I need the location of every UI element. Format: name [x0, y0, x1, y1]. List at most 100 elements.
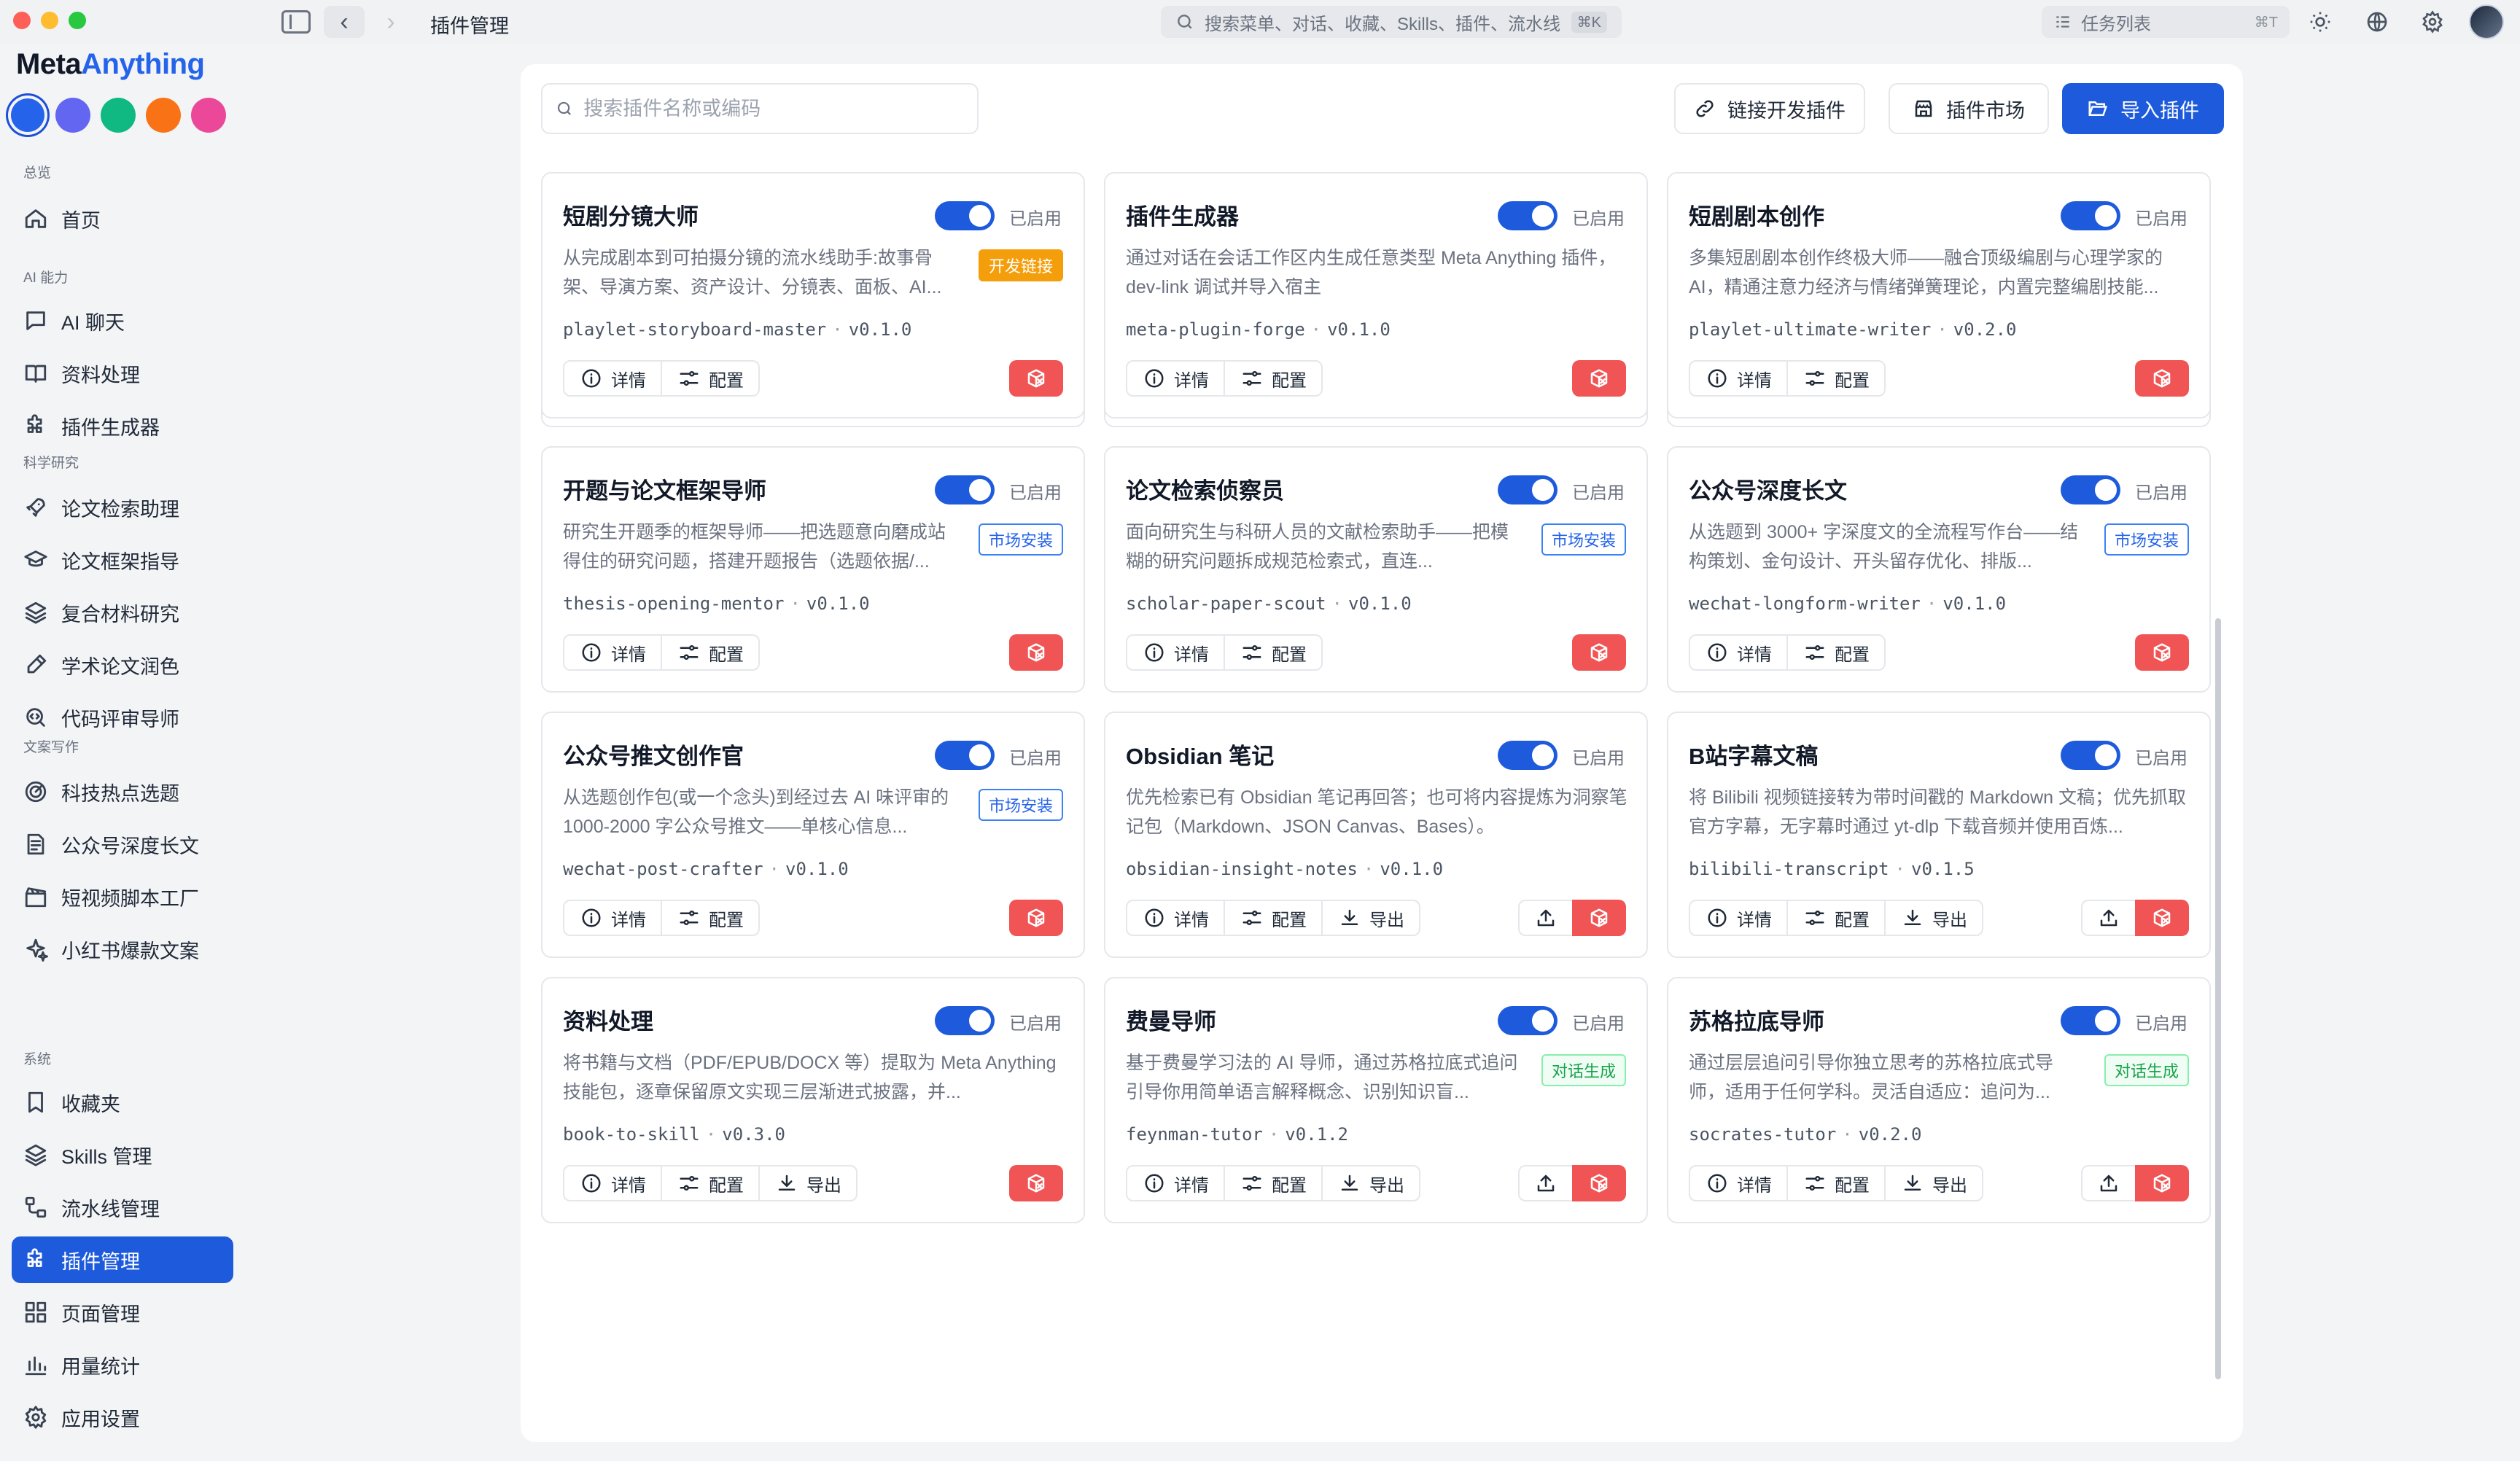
config-button[interactable]: 配置	[1786, 1166, 1884, 1200]
sidebar-item[interactable]: 用量统计	[12, 1341, 233, 1388]
task-list-button[interactable]: 任务列表 ⌘T	[2042, 6, 2290, 38]
close-window-button[interactable]	[13, 12, 31, 29]
sidebar-item[interactable]: 插件生成器	[12, 402, 233, 449]
config-button[interactable]: 配置	[1224, 901, 1321, 935]
plugin-enable-toggle[interactable]	[2061, 475, 2120, 504]
sidebar-item[interactable]: 复合材料研究	[12, 589, 233, 636]
details-button[interactable]: 详情	[1690, 1166, 1786, 1200]
details-button[interactable]: 详情	[1690, 901, 1786, 935]
details-button[interactable]: 详情	[1127, 636, 1224, 669]
details-button[interactable]: 详情	[564, 362, 661, 395]
plugin-search-box[interactable]	[541, 83, 979, 134]
plugin-enable-toggle[interactable]	[1498, 741, 1558, 770]
config-button[interactable]: 配置	[661, 636, 758, 669]
sidebar-item[interactable]: 首页	[12, 195, 233, 242]
config-button[interactable]: 配置	[1224, 362, 1321, 395]
plugin-market-button[interactable]: 插件市场	[1889, 83, 2049, 134]
sidebar-item[interactable]: 资料处理	[12, 350, 233, 397]
link-dev-plugin-button[interactable]: 链接开发插件	[1674, 83, 1865, 134]
sidebar-item[interactable]: Skills 管理	[12, 1131, 233, 1178]
sidebar-item[interactable]: 页面管理	[12, 1289, 233, 1336]
sidebar-item[interactable]: 应用设置	[12, 1394, 233, 1441]
plugin-enable-toggle[interactable]	[2061, 741, 2120, 770]
sidebar-item[interactable]: 小红书爆款文案	[12, 926, 233, 973]
uninstall-button[interactable]	[1572, 1165, 1626, 1201]
plugin-enable-toggle[interactable]	[935, 475, 995, 504]
back-button[interactable]: ‹	[324, 6, 365, 38]
plugin-enable-toggle[interactable]	[1498, 475, 1558, 504]
export-button[interactable]: 导出	[1321, 901, 1419, 935]
sidebar-item[interactable]: 收藏夹	[12, 1079, 233, 1126]
share-button[interactable]	[1518, 1165, 1572, 1201]
share-button[interactable]	[1518, 900, 1572, 936]
details-button[interactable]: 详情	[1127, 1166, 1224, 1200]
theme-color-swatch[interactable]	[11, 98, 44, 132]
sidebar-item[interactable]: 代码评审导师	[12, 694, 233, 741]
config-button[interactable]: 配置	[1224, 1166, 1321, 1200]
plugin-enable-toggle[interactable]	[935, 201, 995, 230]
uninstall-button[interactable]	[1009, 900, 1063, 936]
theme-color-swatch[interactable]	[101, 98, 136, 133]
details-button[interactable]: 详情	[1127, 901, 1224, 935]
details-button[interactable]: 详情	[1690, 636, 1786, 669]
uninstall-button[interactable]	[1009, 360, 1063, 397]
sidebar-toggle-icon[interactable]	[281, 10, 311, 34]
config-button[interactable]: 配置	[1786, 901, 1884, 935]
config-button[interactable]: 配置	[661, 362, 758, 395]
export-button[interactable]: 导出	[1884, 1166, 1982, 1200]
config-button[interactable]: 配置	[1224, 636, 1321, 669]
import-plugin-button[interactable]: 导入插件	[2062, 83, 2224, 134]
config-button[interactable]: 配置	[1786, 636, 1884, 669]
theme-color-swatch[interactable]	[146, 98, 181, 133]
export-button[interactable]: 导出	[1321, 1166, 1419, 1200]
uninstall-button[interactable]	[1009, 1165, 1063, 1201]
uninstall-button[interactable]	[1572, 634, 1626, 671]
uninstall-button[interactable]	[2135, 900, 2189, 936]
uninstall-button[interactable]	[2135, 360, 2189, 397]
plugin-search-input[interactable]	[583, 97, 964, 120]
export-button[interactable]: 导出	[1884, 901, 1982, 935]
details-button[interactable]: 详情	[564, 901, 661, 935]
settings-button[interactable]	[2418, 7, 2447, 36]
details-button[interactable]: 详情	[1127, 362, 1224, 395]
plugin-enable-toggle[interactable]	[2061, 1006, 2120, 1035]
sidebar-item[interactable]: 论文检索助理	[12, 484, 233, 531]
share-button[interactable]	[2081, 1165, 2135, 1201]
uninstall-button[interactable]	[1009, 634, 1063, 671]
sidebar-item[interactable]: 短视频脚本工厂	[12, 873, 233, 920]
language-button[interactable]	[2362, 7, 2392, 36]
plugin-enable-toggle[interactable]	[935, 741, 995, 770]
uninstall-button[interactable]	[1572, 360, 1626, 397]
avatar[interactable]	[2469, 4, 2504, 39]
uninstall-button[interactable]	[1572, 900, 1626, 936]
minimize-window-button[interactable]	[41, 12, 58, 29]
config-button[interactable]: 配置	[1786, 362, 1884, 395]
sidebar-item[interactable]: 公众号深度长文	[12, 821, 233, 868]
sidebar-item[interactable]: 论文框架指导	[12, 537, 233, 583]
sidebar-item[interactable]: 科技热点选题	[12, 768, 233, 815]
details-button[interactable]: 详情	[564, 636, 661, 669]
sidebar-item[interactable]: AI 聊天	[12, 297, 233, 344]
forward-button[interactable]: ›	[375, 6, 407, 38]
sidebar-item[interactable]: 学术论文润色	[12, 642, 233, 688]
plugin-enable-toggle[interactable]	[1498, 1006, 1558, 1035]
export-button[interactable]: 导出	[758, 1166, 856, 1200]
uninstall-button[interactable]	[2135, 1165, 2189, 1201]
share-button[interactable]	[2081, 900, 2135, 936]
zoom-window-button[interactable]	[69, 12, 86, 29]
sidebar-item[interactable]: 流水线管理	[12, 1184, 233, 1231]
config-button[interactable]: 配置	[661, 901, 758, 935]
details-button[interactable]: 详情	[564, 1166, 661, 1200]
plugin-enable-toggle[interactable]	[1498, 201, 1558, 230]
config-button[interactable]: 配置	[661, 1166, 758, 1200]
sidebar-item[interactable]: 插件管理	[12, 1236, 233, 1283]
scrollbar[interactable]	[2215, 618, 2221, 1379]
theme-toggle-button[interactable]	[2306, 7, 2335, 36]
details-button[interactable]: 详情	[1690, 362, 1786, 395]
theme-color-swatch[interactable]	[55, 98, 90, 133]
plugin-enable-toggle[interactable]	[935, 1006, 995, 1035]
plugin-enable-toggle[interactable]	[2061, 201, 2120, 230]
uninstall-button[interactable]	[2135, 634, 2189, 671]
global-search-bar[interactable]: 搜索菜单、对话、收藏、Skills、插件、流水线 ⌘K	[1161, 6, 1622, 38]
theme-color-swatch[interactable]	[191, 98, 226, 133]
